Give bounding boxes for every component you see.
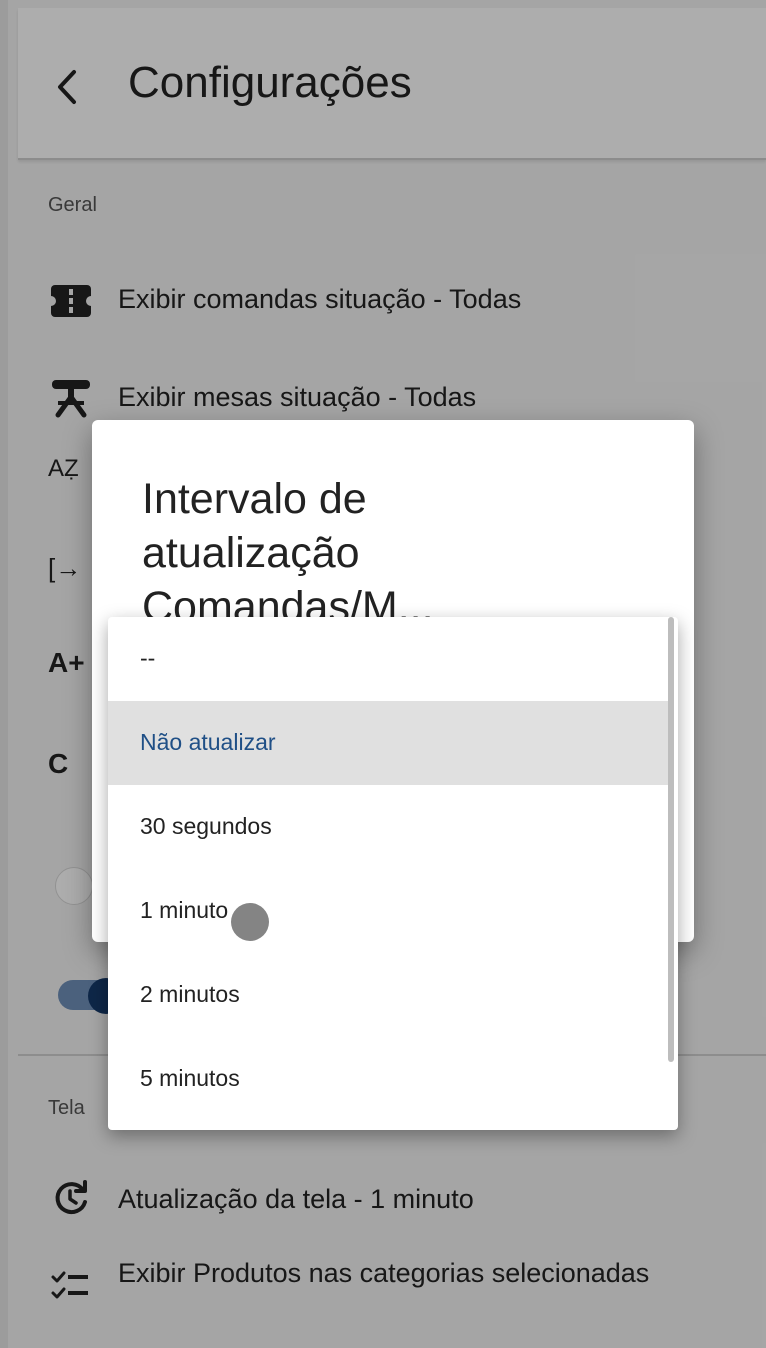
dropdown-option-label: 30 segundos xyxy=(140,813,272,839)
dropdown-option[interactable]: 5 minutos xyxy=(108,1037,674,1121)
dropdown-option-label: Não atualizar xyxy=(140,729,276,755)
dropdown-option[interactable]: 2 minutos xyxy=(108,953,674,1037)
dropdown-option[interactable]: 1 minuto xyxy=(108,869,674,953)
touch-indicator xyxy=(231,903,269,941)
dropdown-scrollbar[interactable] xyxy=(668,617,674,1062)
dropdown-option[interactable]: -- xyxy=(108,617,674,701)
dropdown-option-label: 5 minutos xyxy=(140,1065,240,1091)
dropdown-option-label: 1 minuto xyxy=(140,897,229,923)
interval-dropdown-menu: -- Não atualizar 30 segundos 1 minuto 2 … xyxy=(108,617,678,1130)
dialog-title: Intervalo de atualização Comandas/M... xyxy=(142,475,434,631)
dropdown-option-label: -- xyxy=(140,645,156,671)
dropdown-option[interactable]: 30 segundos xyxy=(108,785,674,869)
dropdown-option-selected[interactable]: Não atualizar xyxy=(108,701,674,785)
dropdown-option-label: 2 minutos xyxy=(140,981,240,1007)
